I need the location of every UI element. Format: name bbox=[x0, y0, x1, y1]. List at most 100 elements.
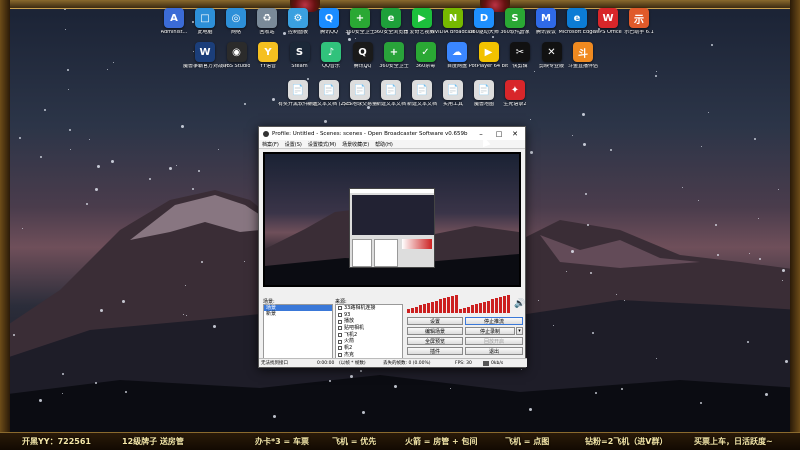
music-icon: ♪ bbox=[321, 42, 341, 62]
driver-icon: D bbox=[474, 8, 494, 28]
source-visibility-checkbox[interactable] bbox=[338, 346, 342, 351]
source-visibility-checkbox[interactable] bbox=[338, 313, 342, 318]
settings-button[interactable]: 设置 bbox=[407, 317, 463, 325]
snowflake bbox=[97, 165, 100, 168]
replay-buffer-button[interactable]: 回放开启 bbox=[465, 337, 523, 345]
stop-stream-button[interactable]: 停止推流 bbox=[465, 317, 523, 325]
edit-scene-button[interactable]: 编辑场景 bbox=[407, 327, 463, 335]
steam-icon: S bbox=[289, 42, 310, 62]
snowflake bbox=[201, 261, 203, 263]
stream-preview[interactable] bbox=[263, 152, 521, 287]
audio-meter-bar bbox=[495, 298, 498, 313]
audio-level-meters bbox=[407, 293, 523, 313]
computer-icon: □ bbox=[195, 8, 215, 28]
audio-meter-bar bbox=[459, 309, 462, 313]
user-folder-icon: A bbox=[164, 8, 184, 28]
audio-meter-bar bbox=[491, 299, 494, 313]
menu-settings[interactable]: 设置(S) bbox=[285, 141, 302, 148]
audio-meter-bar bbox=[415, 306, 418, 313]
snowflake bbox=[553, 325, 554, 326]
obs-window-title: Profile: Untitled - Scenes: scenes - Ope… bbox=[272, 130, 468, 137]
plugins-button[interactable]: 插件 bbox=[407, 347, 463, 355]
snowflake bbox=[571, 250, 574, 253]
status-bitrate: 0kb/s bbox=[491, 360, 504, 366]
snowflake bbox=[181, 125, 184, 128]
menu-help[interactable]: 帮助(H) bbox=[375, 141, 393, 148]
source-visibility-checkbox[interactable] bbox=[338, 306, 342, 311]
obs-window[interactable]: Profile: Untitled - Scenes: scenes - Ope… bbox=[258, 126, 527, 368]
desktop-shortcut[interactable]: ✦ 生死语录2 bbox=[493, 80, 537, 124]
menu-mode[interactable]: 设置模式(M) bbox=[308, 141, 336, 148]
audio-meter-bar bbox=[487, 300, 490, 313]
status-time: 0:00:00 bbox=[317, 360, 335, 366]
audio-meter-bar bbox=[455, 294, 458, 313]
source-visibility-checkbox[interactable] bbox=[338, 326, 342, 331]
desktop-shortcut-label: QQ音乐 bbox=[322, 64, 340, 69]
source-label: 33路相机连接 bbox=[344, 305, 376, 311]
audio-meter-bar bbox=[451, 295, 454, 313]
speaker-icon[interactable]: 🔊 bbox=[514, 299, 525, 309]
desktop-shortcut-label: 控制面板 bbox=[287, 30, 308, 35]
ticker-item: 买票上车，日活跃度~ bbox=[694, 437, 773, 446]
snowflake bbox=[65, 29, 66, 30]
snowflake bbox=[273, 415, 276, 418]
nvidia-icon: N bbox=[443, 8, 463, 28]
record-dropdown-chevron-icon[interactable]: ▾ bbox=[516, 327, 523, 335]
desktop-shortcut[interactable]: 斗斗鱼直播伴侣 bbox=[561, 42, 605, 86]
desktop-shortcut-label: 此电脑 bbox=[197, 30, 213, 35]
desktop-shortcut-label: 百度网盘 bbox=[446, 64, 467, 69]
snowflake bbox=[68, 89, 69, 90]
video-editor-icon: ✂ bbox=[510, 42, 530, 62]
source-item[interactable]: 帆2 bbox=[336, 345, 402, 352]
desktop-shortcut-label: 示巴助手 6.1 bbox=[624, 30, 654, 35]
snowflake bbox=[89, 139, 90, 140]
exit-button[interactable]: 退出 bbox=[465, 347, 523, 355]
snowflake bbox=[394, 385, 397, 388]
source-item[interactable]: 33路相机连接 bbox=[336, 305, 402, 312]
software-manager-icon: S bbox=[505, 8, 525, 28]
audio-meter-bar bbox=[431, 301, 434, 313]
meeting-icon: M bbox=[536, 8, 556, 28]
source-label: 贴吧相机 bbox=[344, 325, 365, 332]
stream-info-ticker: 开黑YY：722561 12级牌子 送房管 办卡*3 = 车票 飞机 = 优先 … bbox=[0, 432, 800, 450]
wps-icon: W bbox=[598, 8, 618, 28]
document-icon: 📄 bbox=[350, 80, 370, 100]
source-visibility-checkbox[interactable] bbox=[338, 339, 342, 344]
snowflake bbox=[22, 228, 23, 229]
desktop-shortcut-label: 回收站 bbox=[259, 30, 275, 35]
snowflake bbox=[86, 203, 88, 205]
scenes-list[interactable]: 场景 新景 bbox=[263, 304, 333, 360]
close-icon[interactable]: ✕ bbox=[507, 127, 523, 140]
sources-list[interactable]: 33路相机连接 93 播放 贴吧相机 飞机2 火箭 帆2 杰克 bbox=[335, 304, 403, 360]
stop-record-button[interactable]: 停止录制 bbox=[465, 327, 515, 335]
menu-scene-collection[interactable]: 场景收藏(E) bbox=[342, 141, 369, 148]
douyu-icon: 斗 bbox=[573, 42, 593, 62]
snowflake bbox=[70, 149, 71, 150]
menu-file[interactable]: 档案(F) bbox=[262, 141, 279, 148]
recycle-bin-icon: ♻ bbox=[257, 8, 277, 28]
audio-meter-bar bbox=[507, 294, 510, 313]
source-item[interactable]: 贴吧相机 bbox=[336, 325, 402, 332]
source-visibility-checkbox[interactable] bbox=[338, 319, 342, 324]
scene-item[interactable]: 新景 bbox=[264, 311, 332, 317]
snowflake bbox=[122, 300, 125, 303]
status-frames-lost: 丢失的帧数: 0 (0.00%) bbox=[383, 361, 431, 366]
audio-meter-bar bbox=[435, 300, 438, 313]
snowflake bbox=[95, 188, 98, 191]
preview-desktop-capture bbox=[265, 154, 519, 285]
map-file-icon: 📄 bbox=[474, 80, 494, 100]
source-visibility-checkbox[interactable] bbox=[338, 353, 342, 358]
snowflake bbox=[583, 143, 586, 146]
ticker-item: 办卡*3 = 车票 bbox=[255, 437, 310, 446]
fullscreen-preview-button[interactable]: 全屏预览 bbox=[407, 337, 463, 345]
snowflake bbox=[19, 137, 21, 139]
obs-status-bar: 无法找到接口 0:00:00 (以帧 * 帧数) 丢失的帧数: 0 (0.00%… bbox=[259, 358, 527, 367]
ticker-item: 飞机 = 优先 bbox=[332, 437, 377, 446]
snowflake bbox=[125, 391, 127, 393]
desktop-shortcut-label: 腾讯QQ bbox=[320, 30, 338, 35]
snowflake bbox=[62, 373, 64, 375]
desktop-shortcut[interactable]: 示示巴助手 6.1 bbox=[617, 8, 661, 52]
maximize-icon[interactable]: □ bbox=[491, 127, 507, 140]
source-visibility-checkbox[interactable] bbox=[338, 333, 342, 338]
audio-meter-bar bbox=[447, 297, 450, 313]
